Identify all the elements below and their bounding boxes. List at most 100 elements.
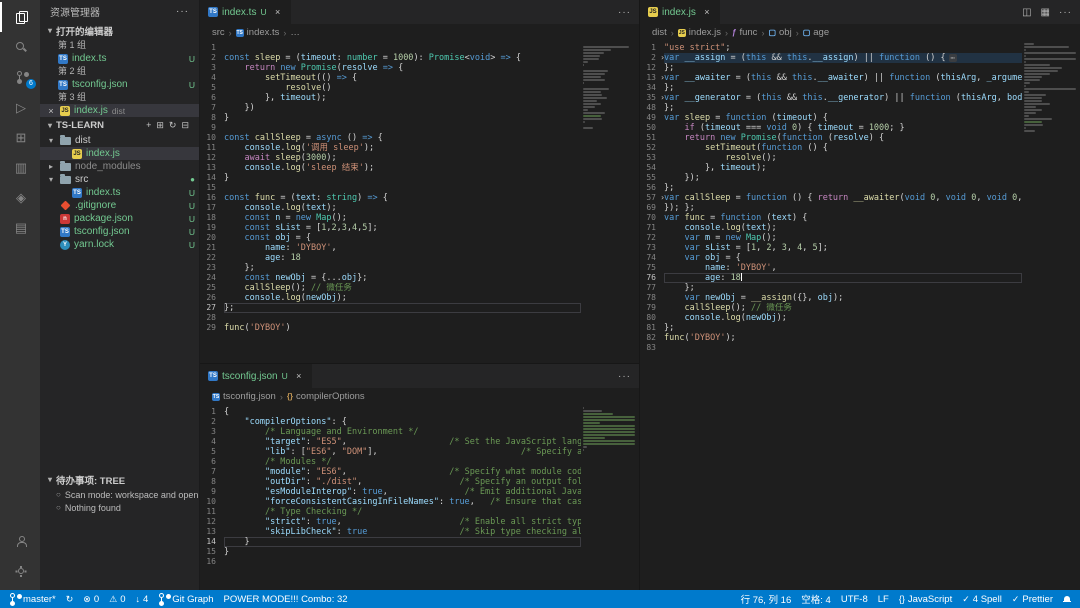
tree-item-dist[interactable]: ▾ dist xyxy=(40,134,199,147)
code-line[interactable]: 11 console.log('调用 sleep'); xyxy=(200,143,581,153)
tree-item-src[interactable]: ▾ src ● xyxy=(40,173,199,186)
more-icon[interactable]: ··· xyxy=(618,7,631,18)
code-line[interactable]: 3 /* Language and Environment */ xyxy=(200,427,581,437)
code-line[interactable]: 13 console.log('sleep 结束'); xyxy=(200,163,581,173)
status-item-javascript[interactable]: {} JavaScript xyxy=(894,590,957,608)
open-editor-item[interactable]: × JS index.js dist xyxy=(40,104,199,117)
code-line[interactable]: 25 callSleep(); // 微任务 xyxy=(200,283,581,293)
status-item-master-[interactable]: master* xyxy=(4,590,61,608)
activity-docker[interactable]: ◈ xyxy=(0,182,40,212)
code-line[interactable]: 2 "compilerOptions": { xyxy=(200,417,581,427)
tree-collapse-all-icon[interactable]: ⊟ xyxy=(181,120,189,131)
code-line[interactable]: 13 "skipLibCheck": true /* Skip type che… xyxy=(200,527,581,537)
code-line[interactable]: 26 console.log(newObj); xyxy=(200,293,581,303)
open-editor-item[interactable]: TS tsconfig.json U xyxy=(40,78,199,91)
code-line[interactable]: 82 func('DYBOY'); xyxy=(640,333,1022,343)
status-item-空格-4[interactable]: 空格: 4 xyxy=(796,590,836,608)
tree-item--gitignore[interactable]: .gitignore U xyxy=(40,199,199,212)
tree-item-index-ts[interactable]: TS index.ts U xyxy=(40,186,199,199)
code-line[interactable]: 53 resolve(); xyxy=(640,153,1022,163)
more-icon[interactable]: ··· xyxy=(1059,7,1072,18)
activity-remote-explorer[interactable]: ▥ xyxy=(0,152,40,182)
code-line[interactable]: 17 console.log(text); xyxy=(200,203,581,213)
activity-account[interactable] xyxy=(0,526,40,556)
code-line[interactable]: 48}; xyxy=(640,103,1022,113)
code-line[interactable]: 13 › var __awaiter = (this && this.__await… xyxy=(640,73,1022,83)
split-icon[interactable]: ◫ xyxy=(1022,7,1032,18)
code-line[interactable]: 20 const obj = { xyxy=(200,233,581,243)
code-line[interactable]: 24 const newObj = {...obj}; xyxy=(200,273,581,283)
status-item-utf-8[interactable]: UTF-8 xyxy=(836,590,873,608)
tree-item-package-json[interactable]: n package.json U xyxy=(40,212,199,225)
workspace-header[interactable]: ▾ TS-LEARN + ⊞ ↻ ⊟ xyxy=(40,117,199,134)
activity-extensions[interactable]: ⊞ xyxy=(0,122,40,152)
tree-refresh-icon[interactable]: ↻ xyxy=(169,120,177,131)
code-line[interactable]: 27}; xyxy=(200,303,581,313)
minimap[interactable] xyxy=(1024,43,1078,136)
code-line[interactable]: 9 xyxy=(200,123,581,133)
code-line[interactable]: 15} xyxy=(200,547,581,557)
close-icon[interactable]: × xyxy=(294,371,304,381)
breadcrumb-item[interactable]: ƒ func xyxy=(732,27,757,38)
code-line[interactable]: 50 if (timeout === void 0) { timeout = 1… xyxy=(640,123,1022,133)
tab-index-js[interactable]: JS index.js × xyxy=(640,0,721,24)
tree-item-yarn-lock[interactable]: Yyarn.lock U xyxy=(40,238,199,251)
code-line[interactable]: 70 var func = function (text) { xyxy=(640,213,1022,223)
status-item-git-graph[interactable]: Git Graph xyxy=(153,590,218,608)
code-line[interactable]: 21 name: 'DYBOY', xyxy=(200,243,581,253)
breadcrumb-item[interactable]: ▢ obj xyxy=(768,27,791,38)
activity-run-debug[interactable]: ▷ xyxy=(0,92,40,122)
tree-new-folder-icon[interactable]: ⊞ xyxy=(156,120,164,131)
code-line[interactable]: 3 return new Promise(resolve => { xyxy=(200,63,581,73)
code-line[interactable]: 4 "target": "ES5", /* Set the JavaScript… xyxy=(200,437,581,447)
breadcrumb-item[interactable]: dist xyxy=(652,27,667,38)
status-item-0[interactable]: ⚠ 0 xyxy=(104,590,130,608)
activity-explorer[interactable] xyxy=(0,2,40,32)
more-icon[interactable]: ··· xyxy=(618,371,631,382)
code-line[interactable]: 11 /* Type Checking */ xyxy=(200,507,581,517)
code-line[interactable]: 74 var obj = { xyxy=(640,253,1022,263)
status-item-power-mode-combo-32[interactable]: POWER MODE!!! Combo: 32 xyxy=(218,590,352,608)
activity-dashboard[interactable]: ▤ xyxy=(0,212,40,242)
code-line[interactable]: 78 var newObj = __assign({}, obj); xyxy=(640,293,1022,303)
code-line[interactable]: 1{ xyxy=(200,407,581,417)
code-line[interactable]: 8} xyxy=(200,113,581,123)
todo-tree-item[interactable]: ○ Nothing found xyxy=(40,501,199,514)
close-icon[interactable]: × xyxy=(702,7,712,17)
open-editor-item[interactable]: TS index.ts U xyxy=(40,52,199,65)
code-line[interactable]: 2 › var __assign = (this && this.__assign)… xyxy=(640,53,1022,63)
fold-chevron-icon[interactable]: › xyxy=(660,73,665,83)
code-line[interactable]: 83 xyxy=(640,343,1022,353)
customize-layout-icon[interactable]: ▦ xyxy=(1041,7,1051,18)
open-editors-header[interactable]: ▾ 打开的编辑器 xyxy=(40,22,199,39)
status-item-行-76-列-16[interactable]: 行 76, 列 16 xyxy=(736,590,797,608)
code-line[interactable]: 19 const sList = [1,2,3,4,5]; xyxy=(200,223,581,233)
tab-tsconfig-json[interactable]: TS tsconfig.json U × xyxy=(200,364,313,388)
code-line[interactable]: 56}; xyxy=(640,183,1022,193)
code-line[interactable]: 80 console.log(newObj); xyxy=(640,313,1022,323)
code-line[interactable]: 35 › var __generator = (this && this.__gen… xyxy=(640,93,1022,103)
code-line[interactable]: 12 "strict": true, /* Enable all strict … xyxy=(200,517,581,527)
code-line[interactable]: 5 resolve() xyxy=(200,83,581,93)
breadcrumb-item[interactable]: TS tsconfig.json xyxy=(212,391,276,402)
code-line[interactable]: 16 const func = (text: string) => { xyxy=(200,193,581,203)
code-line[interactable]: 76 age: 18 xyxy=(640,273,1022,283)
activity-settings[interactable] xyxy=(0,556,40,586)
code-line[interactable]: 5 "lib": ["ES6", "DOM"], /* Specify a se… xyxy=(200,447,581,457)
activity-source-control[interactable]: 6 xyxy=(0,62,40,92)
code-line[interactable]: 22 age: 18 xyxy=(200,253,581,263)
code-line[interactable]: 7 }) xyxy=(200,103,581,113)
code-line[interactable]: 10 "forceConsistentCasingInFileNames": t… xyxy=(200,497,581,507)
code-line[interactable]: 8 "outDir": "./dist", /* Specify an outp… xyxy=(200,477,581,487)
breadcrumb-item[interactable]: ▢ age xyxy=(803,27,829,38)
fold-chevron-icon[interactable]: › xyxy=(660,53,665,63)
code-line[interactable]: 54 }, timeout); xyxy=(640,163,1022,173)
tree-item-node-modules[interactable]: ▸ node_modules xyxy=(40,160,199,173)
code-line[interactable]: 34}; xyxy=(640,83,1022,93)
code-line[interactable]: 2 const sleep = (timeout: number = 1000):… xyxy=(200,53,581,63)
code-line[interactable]: 7 "module": "ES6", /* Specify what modul… xyxy=(200,467,581,477)
status-item-4-spell[interactable]: ✓ 4 Spell xyxy=(957,590,1007,608)
code-line[interactable]: 18 const n = new Map(); xyxy=(200,213,581,223)
code-line[interactable]: 69}); }; xyxy=(640,203,1022,213)
status-item-0[interactable]: ⊗ 0 xyxy=(78,590,104,608)
